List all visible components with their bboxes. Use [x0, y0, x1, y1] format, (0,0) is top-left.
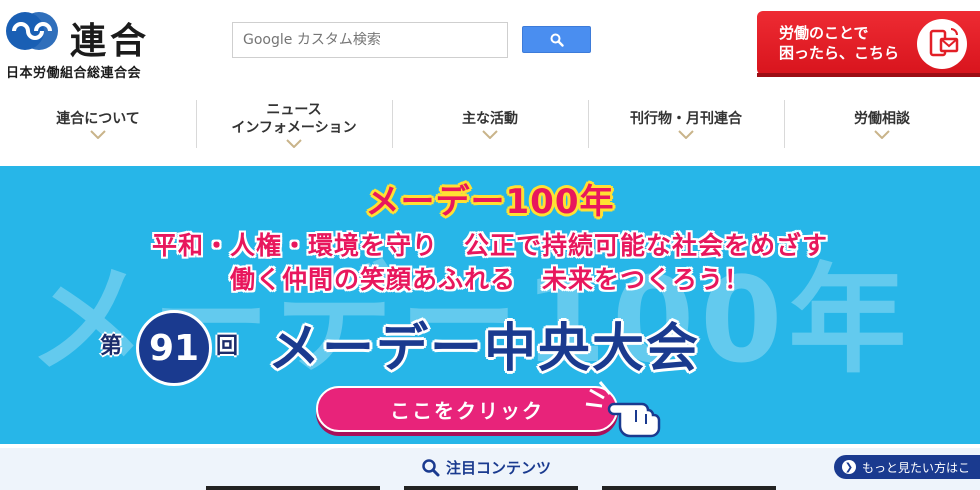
nav-label: 刊行物・月刊連合 — [630, 110, 742, 127]
banner-slogan-line1: 平和・人権・環境を守り 公正で持続可能な社会をめざす — [151, 231, 828, 260]
banner-slogan-line2: 働く仲間の笑顔あふれる 未来をつくろう！ — [229, 265, 750, 294]
pointing-hand-icon — [585, 381, 661, 438]
see-more-button[interactable]: ❯ もっと見たい方はこ — [834, 455, 980, 479]
site-logo[interactable]: 連合 日本労働組合総連合会 — [4, 8, 174, 82]
nav-item-about[interactable]: 連合について — [0, 94, 196, 154]
content-tab[interactable] — [404, 486, 578, 490]
banner-event-name: メーデー中央大会 — [268, 319, 701, 379]
chevron-down-icon — [874, 129, 890, 139]
search-icon — [422, 458, 440, 476]
nav-item-activities[interactable]: 主な活動 — [392, 94, 588, 154]
consult-label: 労働のことで 困ったら、こちら — [779, 24, 900, 62]
phone-mail-icon — [917, 19, 967, 69]
click-here-button[interactable]: ここをクリック — [316, 386, 618, 432]
chevron-down-icon — [286, 138, 302, 148]
banner-title: メーデー100年 — [365, 182, 615, 222]
logo-subtitle: 日本労働組合総連合会 — [6, 66, 142, 81]
nav-label: 連合について — [56, 110, 140, 127]
content-tab[interactable] — [602, 486, 776, 490]
see-more-label: もっと見たい方はこ — [862, 460, 971, 475]
site-header: 連合 日本労働組合総連合会 労働のことで 困ったら、こちら — [0, 0, 980, 90]
search-button[interactable] — [522, 26, 591, 53]
arrow-right-icon: ❯ — [842, 460, 856, 474]
search-icon — [550, 33, 564, 47]
mayday-banner[interactable]: メーデー100年 メーデー100年 平和・人権・環境を守り 公正で持続可能な社会… — [0, 166, 980, 444]
logo-name: 連合 — [70, 21, 151, 62]
search-input[interactable] — [233, 23, 507, 57]
nav-item-consultation[interactable]: 労働相談 — [784, 94, 980, 154]
nav-label: 労働相談 — [854, 110, 910, 127]
nav-label: ニュース インフォメーション — [231, 101, 357, 136]
banner-number-badge: 91 — [136, 310, 212, 386]
featured-bar: 注目コンテンツ ❯ もっと見たい方はこ — [0, 448, 980, 490]
nav-item-publications[interactable]: 刊行物・月刊連合 — [588, 94, 784, 154]
nav-label: 主な活動 — [462, 110, 518, 127]
featured-title: 注目コンテンツ — [422, 457, 551, 478]
featured-title-label: 注目コンテンツ — [446, 459, 552, 477]
content-tab[interactable] — [206, 486, 380, 490]
nav-item-news[interactable]: ニュース インフォメーション — [196, 94, 392, 154]
rengo-logo-icon — [6, 12, 58, 50]
labor-consult-button[interactable]: 労働のことで 困ったら、こちら — [757, 11, 980, 75]
consult-shadow — [757, 73, 980, 77]
chevron-down-icon — [90, 129, 106, 139]
chevron-down-icon — [678, 129, 694, 139]
banner-dai: 第 — [100, 334, 123, 359]
chevron-down-icon — [482, 129, 498, 139]
main-nav: 連合について ニュース インフォメーション 主な活動 刊行物・月刊連合 労働相談 — [0, 94, 980, 154]
search-box — [232, 22, 508, 58]
banner-kai: 回 — [216, 334, 239, 359]
